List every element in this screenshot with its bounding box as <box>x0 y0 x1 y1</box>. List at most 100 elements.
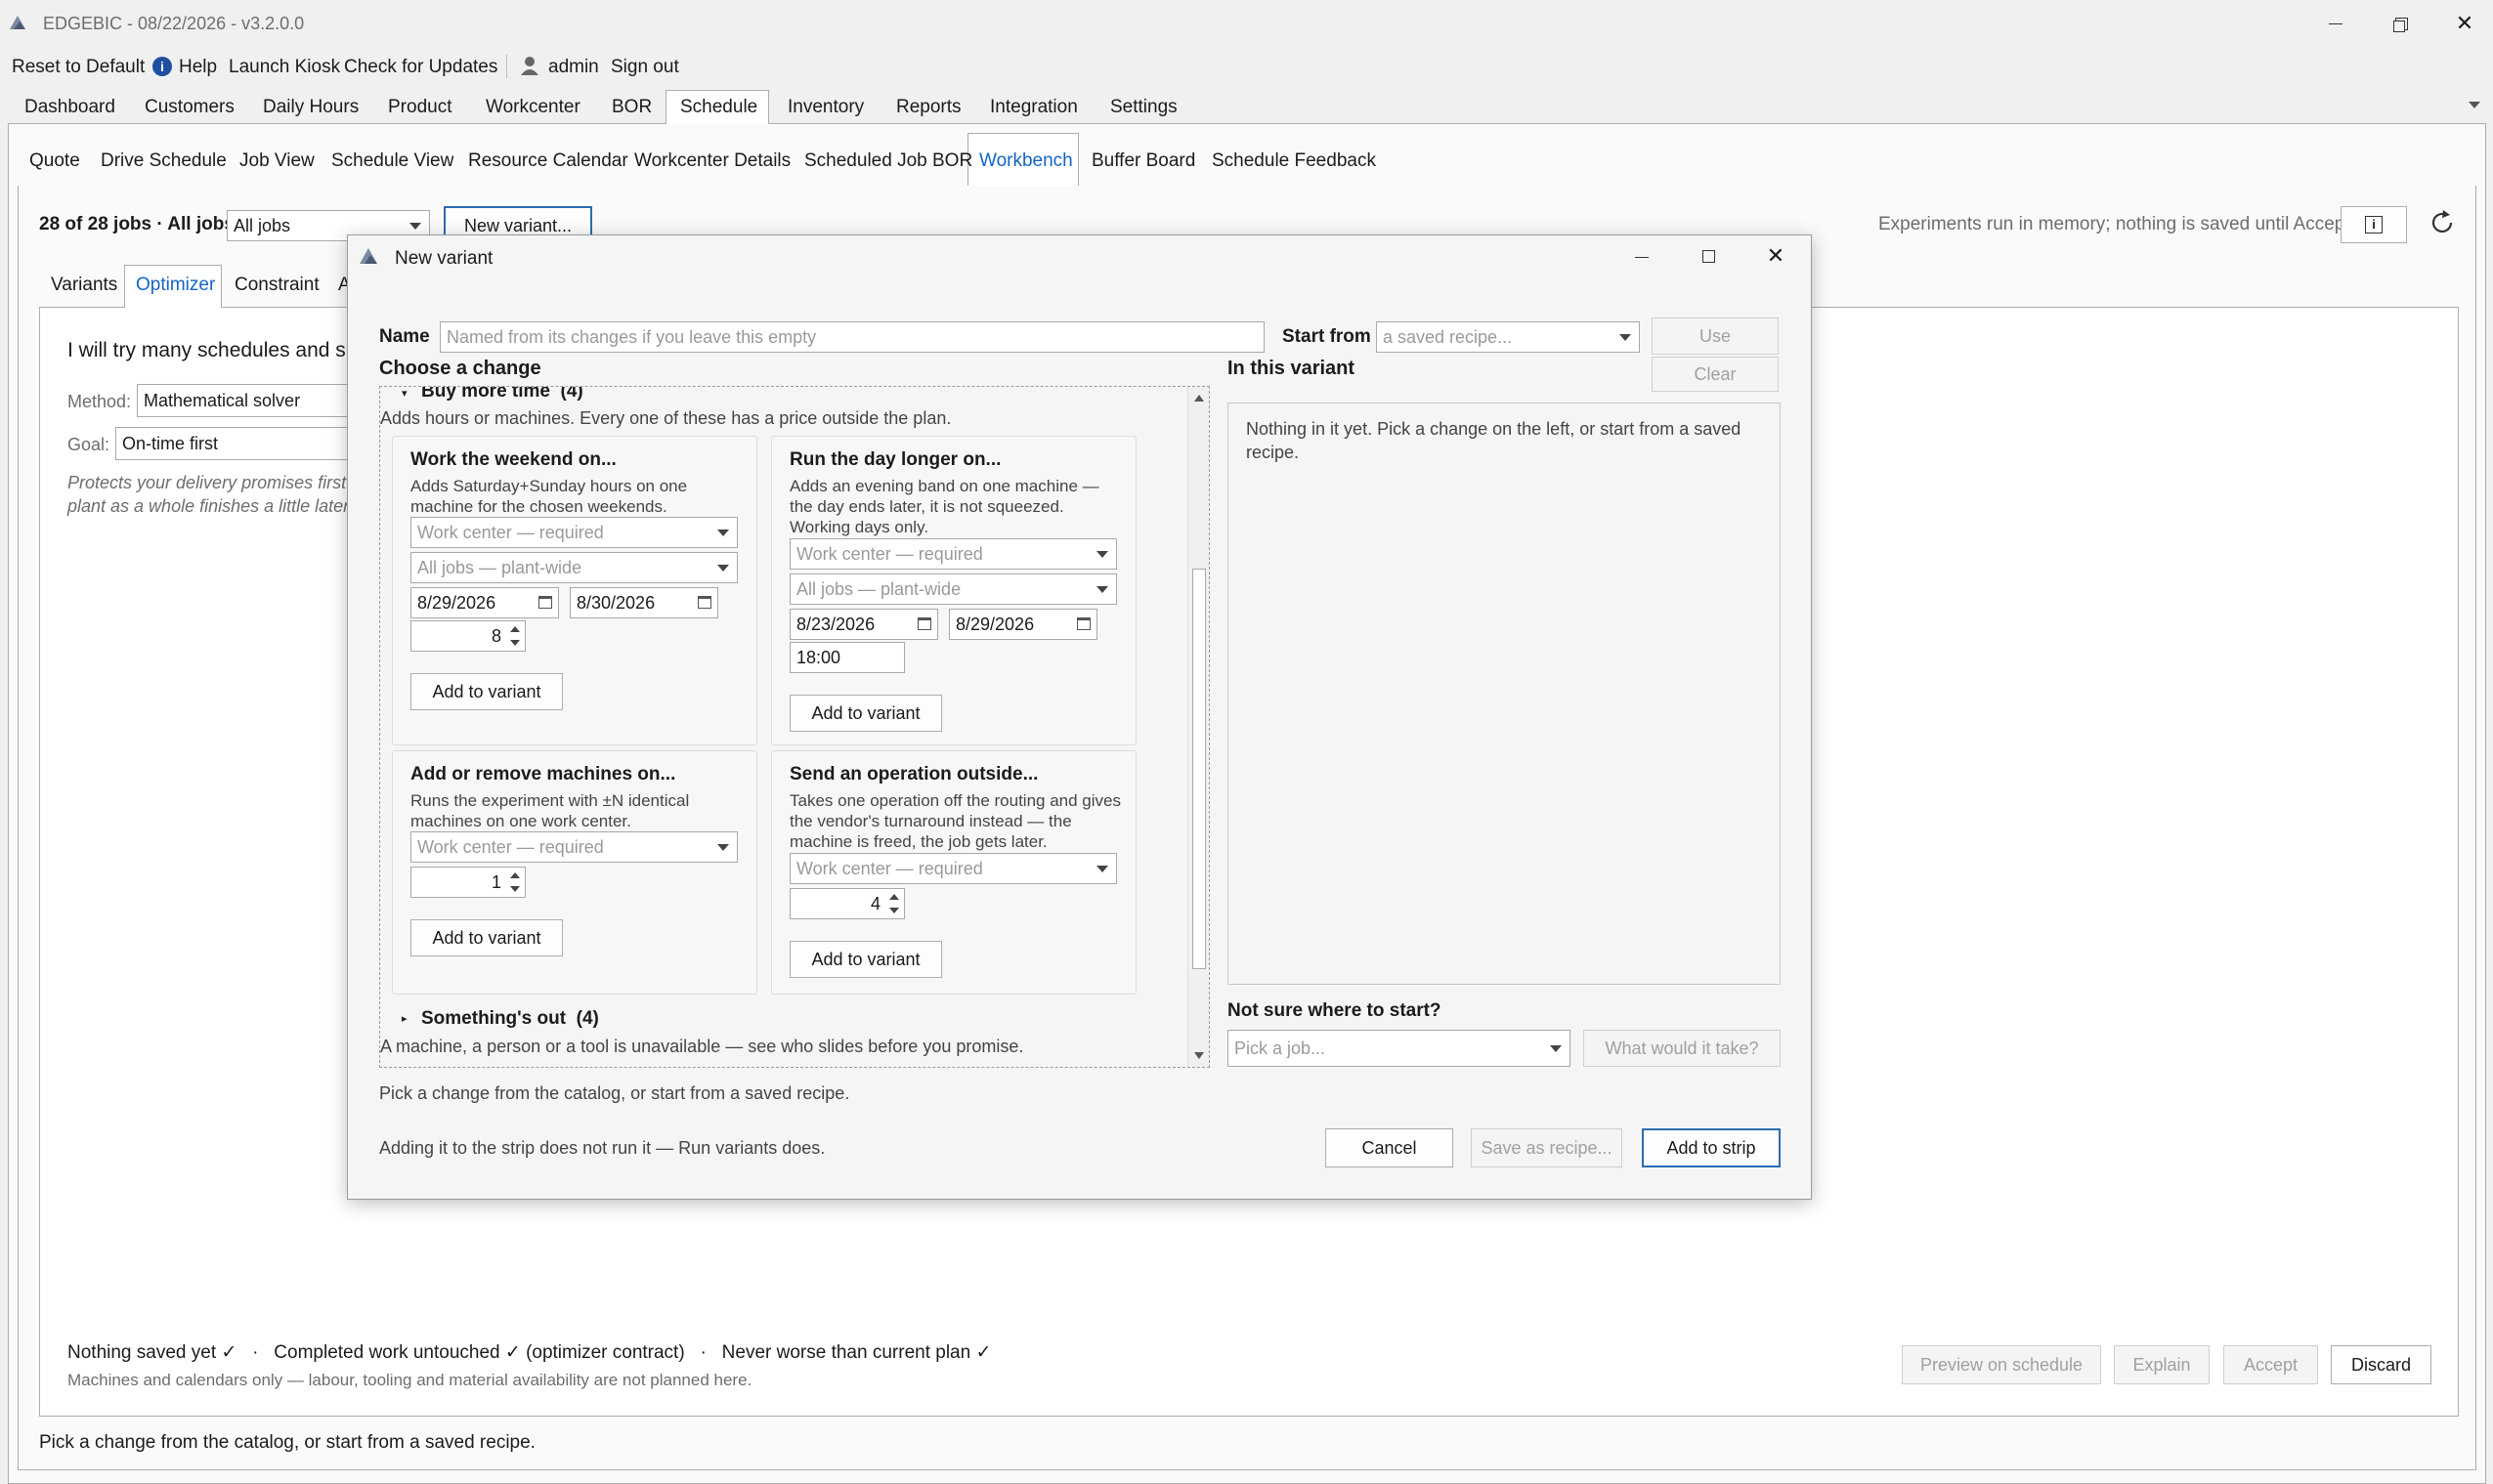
add-to-variant-button[interactable]: Add to variant <box>790 695 942 732</box>
subtab-quote[interactable]: Quote <box>29 150 80 172</box>
check-updates-link[interactable]: Check for Updates <box>344 57 497 78</box>
pick-job-select[interactable]: Pick a job... <box>1227 1030 1570 1067</box>
use-recipe-button[interactable]: Use <box>1652 318 1779 355</box>
card-run-day-longer: Run the day longer on... Adds an evening… <box>771 436 1137 745</box>
workcenter-select[interactable]: Work center — required <box>410 517 738 548</box>
name-placeholder: Named from its changes if you leave this… <box>447 326 817 347</box>
to-date-picker[interactable]: 8/29/2026 <box>949 609 1097 640</box>
close-icon[interactable]: ✕ <box>2450 10 2479 37</box>
catalog-scrollbar[interactable] <box>1187 387 1209 1067</box>
dialog-icon <box>358 246 379 266</box>
subtab-workbench[interactable]: Workbench <box>979 150 1073 172</box>
spinner-icon[interactable] <box>509 870 521 894</box>
help-icon[interactable]: i <box>152 57 172 76</box>
panel-tab-optimizer[interactable]: Optimizer <box>136 275 215 296</box>
subtab-buffer-board[interactable]: Buffer Board <box>1092 150 1195 172</box>
tab-schedule[interactable]: Schedule <box>680 97 757 118</box>
goal-label: Goal: <box>67 435 110 454</box>
name-label: Name <box>379 326 430 347</box>
discard-button[interactable]: Discard <box>2331 1345 2431 1384</box>
hours-stepper[interactable]: 8 <box>410 620 526 652</box>
spinner-icon[interactable] <box>509 624 521 648</box>
hours-value: 8 <box>491 625 501 646</box>
to-date-picker[interactable]: 8/30/2026 <box>570 587 718 618</box>
group-something-out[interactable]: Something's out (4) <box>421 1008 599 1030</box>
tab-daily-hours[interactable]: Daily Hours <box>263 97 359 118</box>
status-bar: Pick a change from the catalog, or start… <box>39 1432 536 1453</box>
dialog-minimize-icon[interactable] <box>1628 244 1655 270</box>
end-time-input[interactable]: 18:00 <box>790 642 905 673</box>
subtab-drive-schedule[interactable]: Drive Schedule <box>101 150 227 172</box>
jobs-scope-select[interactable]: All jobs — plant-wide <box>410 552 738 583</box>
subtab-schedule-feedback[interactable]: Schedule Feedback <box>1212 150 1376 172</box>
restore-icon[interactable] <box>2386 10 2415 37</box>
group-buy-more-time[interactable]: Buy more time (4) <box>421 387 583 403</box>
start-from-placeholder: a saved recipe... <box>1383 326 1513 347</box>
add-to-variant-button[interactable]: Add to variant <box>790 941 942 978</box>
save-recipe-button[interactable]: Save as recipe... <box>1471 1128 1622 1167</box>
tab-dashboard[interactable]: Dashboard <box>24 97 115 118</box>
card-title: Run the day longer on... <box>790 449 1002 470</box>
sign-out-link[interactable]: Sign out <box>611 57 679 78</box>
tab-bor[interactable]: BOR <box>612 97 652 118</box>
accept-button[interactable]: Accept <box>2223 1345 2318 1384</box>
cancel-button[interactable]: Cancel <box>1325 1128 1453 1167</box>
variant-name-input[interactable]: Named from its changes if you leave this… <box>440 321 1265 353</box>
tab-product[interactable]: Product <box>388 97 451 118</box>
launch-kiosk-link[interactable]: Launch Kiosk <box>229 57 340 78</box>
tab-customers[interactable]: Customers <box>145 97 235 118</box>
group-expand-icon[interactable]: ▸ <box>402 1012 408 1025</box>
subtab-workcenter-details[interactable]: Workcenter Details <box>634 150 791 172</box>
scroll-down-icon[interactable] <box>1194 1052 1204 1059</box>
add-to-strip-button[interactable]: Add to strip <box>1642 1128 1781 1167</box>
method-label: Method: <box>67 392 132 411</box>
spinner-icon[interactable] <box>888 892 900 915</box>
tab-settings[interactable]: Settings <box>1110 97 1178 118</box>
end-time-value: 18:00 <box>796 647 841 667</box>
card-description: Takes one operation off the routing and … <box>790 791 1121 851</box>
panel-tab-constraint[interactable]: Constraint <box>235 275 320 296</box>
goal-select[interactable]: On-time first <box>115 427 371 460</box>
add-to-variant-button[interactable]: Add to variant <box>410 673 563 710</box>
turnaround-days-stepper[interactable]: 4 <box>790 888 905 919</box>
reset-default-link[interactable]: Reset to Default <box>12 57 145 78</box>
card-description: Adds Saturday+Sunday hours on one machin… <box>410 477 688 516</box>
workcenter-select[interactable]: Work center — required <box>790 853 1117 884</box>
tab-inventory[interactable]: Inventory <box>788 97 864 118</box>
preview-schedule-button[interactable]: Preview on schedule <box>1902 1345 2101 1384</box>
method-select[interactable]: Mathematical solver <box>137 384 371 417</box>
chevron-down-icon <box>1096 586 1108 593</box>
tab-reports[interactable]: Reports <box>896 97 962 118</box>
tab-integration[interactable]: Integration <box>990 97 1078 118</box>
subtab-scheduled-job-bor[interactable]: Scheduled Job BOR <box>804 150 972 172</box>
calendar-icon <box>698 596 711 609</box>
variant-contents-list[interactable]: Nothing in it yet. Pick a change on the … <box>1227 403 1781 985</box>
add-to-variant-button[interactable]: Add to variant <box>410 919 563 956</box>
dialog-close-icon[interactable]: ✕ <box>1762 242 1789 270</box>
jobs-scope-select[interactable]: All jobs — plant-wide <box>790 573 1117 605</box>
explain-button[interactable]: Explain <box>2114 1345 2210 1384</box>
workcenter-select[interactable]: Work center — required <box>790 538 1117 570</box>
what-would-it-take-button[interactable]: What would it take? <box>1583 1030 1781 1067</box>
start-from-select[interactable]: a saved recipe... <box>1376 321 1640 353</box>
help-link[interactable]: Help <box>179 57 217 78</box>
clear-button[interactable]: Clear <box>1652 357 1779 392</box>
dialog-maximize-icon[interactable] <box>1696 244 1723 270</box>
group-collapse-icon[interactable]: ▾ <box>402 387 408 400</box>
scroll-thumb[interactable] <box>1192 569 1206 969</box>
refresh-icon[interactable] <box>2428 208 2457 237</box>
subtab-resource-calendar[interactable]: Resource Calendar <box>468 150 628 172</box>
tab-workcenter[interactable]: Workcenter <box>486 97 580 118</box>
subtab-job-view[interactable]: Job View <box>239 150 315 172</box>
info-button[interactable]: i <box>2341 206 2407 243</box>
jobs-scope-placeholder: All jobs — plant-wide <box>417 557 582 577</box>
machine-count-stepper[interactable]: 1 <box>410 867 526 898</box>
scroll-up-icon[interactable] <box>1194 395 1204 402</box>
workcenter-select[interactable]: Work center — required <box>410 831 738 863</box>
tab-overflow-icon[interactable] <box>2469 102 2480 108</box>
minimize-icon[interactable] <box>2321 10 2350 37</box>
panel-tab-variants[interactable]: Variants <box>51 275 117 296</box>
from-date-picker[interactable]: 8/23/2026 <box>790 609 938 640</box>
from-date-picker[interactable]: 8/29/2026 <box>410 587 559 618</box>
subtab-schedule-view[interactable]: Schedule View <box>331 150 453 172</box>
